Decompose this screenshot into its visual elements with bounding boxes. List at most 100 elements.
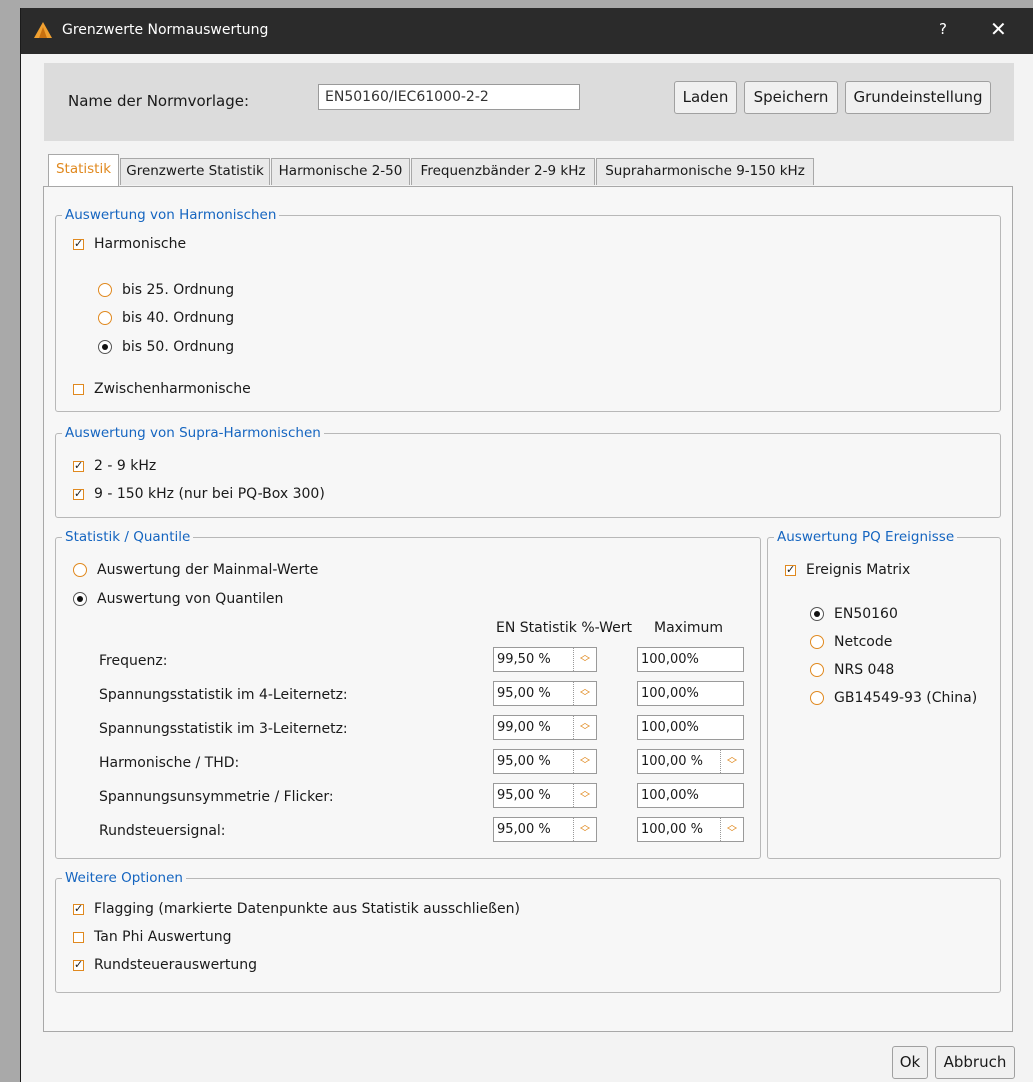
en-value-spinbox[interactable]: 95,00 % ︿ ﹀ — [493, 817, 597, 842]
row-label: Spannungsstatistik im 3-Leiternetz: — [99, 721, 348, 737]
order-40-radio-row[interactable]: bis 40. Ordnung — [98, 308, 234, 328]
ok-button[interactable]: Ok — [892, 1046, 928, 1079]
en-value-spinbox[interactable]: 95,00 % ︿ ﹀ — [493, 681, 597, 706]
tab-statistik[interactable]: Statistik — [48, 154, 119, 186]
event-matrix-row[interactable]: Ereignis Matrix — [785, 560, 910, 580]
ripple-control-checkbox[interactable] — [73, 958, 84, 971]
supra-harmonics-legend: Auswertung von Supra-Harmonischen — [62, 424, 324, 442]
column-header-max: Maximum — [654, 620, 723, 636]
event-gb14549-radio[interactable] — [810, 691, 824, 705]
close-button[interactable]: ✕ — [990, 17, 1007, 41]
max-value-input[interactable]: 100,00% — [637, 647, 744, 672]
spin-arrows-icon[interactable]: ︿ ﹀ — [573, 784, 596, 807]
row-label: Rundsteuersignal: — [99, 823, 226, 839]
tab-frequenzbaender[interactable]: Frequenzbänder 2-9 kHz — [411, 158, 595, 185]
max-value-input[interactable]: 100,00% — [637, 715, 744, 740]
title-bar: Grenzwerte Normauswertung ? ✕ — [21, 8, 1033, 54]
more-options-group: Weitere Optionen Flagging (markierte Dat… — [55, 869, 1001, 993]
spin-arrows-icon[interactable]: ︿ ﹀ — [720, 818, 743, 841]
tab-supraharmonische[interactable]: Supraharmonische 9-150 kHz — [596, 158, 814, 185]
flagging-label: Flagging (markierte Datenpunkte aus Stat… — [94, 901, 520, 917]
supra-9-150-row[interactable]: 9 - 150 kHz (nur bei PQ-Box 300) — [73, 484, 325, 504]
template-header: Name der Normvorlage: EN50160/IEC61000-2… — [44, 63, 1014, 141]
harmonics-checkbox[interactable] — [73, 237, 84, 250]
spin-arrows-icon[interactable]: ︿ ﹀ — [573, 648, 596, 671]
statistics-legend: Statistik / Quantile — [62, 528, 194, 546]
en-value-spinbox[interactable]: 99,00 % ︿ ﹀ — [493, 715, 597, 740]
supra-2-9-row[interactable]: 2 - 9 kHz — [73, 456, 156, 476]
interharmonics-checkbox[interactable] — [73, 383, 84, 395]
supra-2-9-label: 2 - 9 kHz — [94, 458, 157, 474]
event-matrix-checkbox[interactable] — [785, 563, 796, 576]
template-name-label: Name der Normvorlage: — [68, 92, 250, 110]
event-en50160-row[interactable]: EN50160 — [810, 604, 898, 624]
tanphi-row[interactable]: Tan Phi Auswertung — [73, 927, 231, 947]
spin-arrows-icon[interactable]: ︿ ﹀ — [573, 818, 596, 841]
en-value-spinbox[interactable]: 99,50 % ︿ ﹀ — [493, 647, 597, 672]
order-40-radio[interactable] — [98, 311, 112, 325]
supra-harmonics-group: Auswertung von Supra-Harmonischen 2 - 9 … — [55, 424, 1001, 518]
tanphi-label: Tan Phi Auswertung — [94, 929, 232, 945]
order-50-label: bis 50. Ordnung — [122, 339, 235, 355]
harmonics-label: Harmonische — [94, 236, 187, 252]
tanphi-checkbox[interactable] — [73, 931, 84, 943]
order-50-radio[interactable] — [98, 340, 112, 354]
pq-events-legend: Auswertung PQ Ereignisse — [774, 528, 958, 546]
order-50-radio-row[interactable]: bis 50. Ordnung — [98, 337, 234, 357]
cancel-button[interactable]: Abbruch — [935, 1046, 1015, 1079]
spin-arrows-icon[interactable]: ︿ ﹀ — [720, 750, 743, 773]
template-name-input[interactable]: EN50160/IEC61000-2-2 — [318, 84, 580, 110]
mode-quantile-radio[interactable] — [73, 592, 87, 606]
max-value-spinbox[interactable]: 100,00 % ︿ ﹀ — [637, 749, 744, 774]
mode-max-radio[interactable] — [73, 563, 87, 577]
event-netcode-row[interactable]: Netcode — [810, 632, 892, 652]
max-value-spinbox[interactable]: 100,00 % ︿ ﹀ — [637, 817, 744, 842]
event-nrs048-row[interactable]: NRS 048 — [810, 660, 894, 680]
order-25-label: bis 25. Ordnung — [122, 282, 235, 298]
flagging-checkbox[interactable] — [73, 902, 84, 915]
interharmonics-checkbox-row[interactable]: Zwischenharmonische — [73, 379, 251, 399]
spin-arrows-icon[interactable]: ︿ ﹀ — [573, 750, 596, 773]
harmonics-checkbox-row[interactable]: Harmonische — [73, 234, 186, 254]
tab-harmonische[interactable]: Harmonische 2-50 — [271, 158, 410, 185]
mode-quantile-label: Auswertung von Quantilen — [97, 591, 284, 607]
mode-max-radio-row[interactable]: Auswertung der Mainmal-Werte — [73, 560, 318, 580]
event-netcode-radio[interactable] — [810, 635, 824, 649]
event-gb14549-label: GB14549-93 (China) — [834, 690, 978, 706]
ripple-control-label: Rundsteuerauswertung — [94, 957, 258, 973]
max-value-input[interactable]: 100,00% — [637, 681, 744, 706]
dialog-window: Grenzwerte Normauswertung ? ✕ Name der N… — [20, 8, 1033, 1082]
row-label: Spannungsunsymmetrie / Flicker: — [99, 789, 334, 805]
flagging-row[interactable]: Flagging (markierte Datenpunkte aus Stat… — [73, 899, 520, 919]
save-button[interactable]: Speichern — [744, 81, 838, 114]
event-nrs048-radio[interactable] — [810, 663, 824, 677]
mode-max-label: Auswertung der Mainmal-Werte — [97, 562, 319, 578]
en-value-spinbox[interactable]: 95,00 % ︿ ﹀ — [493, 749, 597, 774]
spin-arrows-icon[interactable]: ︿ ﹀ — [573, 716, 596, 739]
ripple-control-row[interactable]: Rundsteuerauswertung — [73, 955, 257, 975]
default-settings-button[interactable]: Grundeinstellung — [845, 81, 991, 114]
supra-2-9-checkbox[interactable] — [73, 459, 84, 472]
row-label: Harmonische / THD: — [99, 755, 240, 771]
event-nrs048-label: NRS 048 — [834, 662, 895, 678]
row-label: Frequenz: — [99, 653, 168, 669]
tab-grenzwerte-statistik[interactable]: Grenzwerte Statistik — [120, 158, 270, 185]
load-button[interactable]: Laden — [674, 81, 737, 114]
help-button[interactable]: ? — [939, 20, 947, 38]
mode-quantile-radio-row[interactable]: Auswertung von Quantilen — [73, 589, 283, 609]
more-options-legend: Weitere Optionen — [62, 869, 186, 887]
supra-9-150-checkbox[interactable] — [73, 487, 84, 500]
max-value-input[interactable]: 100,00% — [637, 783, 744, 808]
statistics-group: Statistik / Quantile Auswertung der Main… — [55, 528, 761, 859]
interharmonics-label: Zwischenharmonische — [94, 381, 251, 397]
event-gb14549-row[interactable]: GB14549-93 (China) — [810, 688, 977, 708]
harmonics-legend: Auswertung von Harmonischen — [62, 206, 280, 224]
supra-9-150-label: 9 - 150 kHz (nur bei PQ-Box 300) — [94, 486, 325, 502]
event-en50160-radio[interactable] — [810, 607, 824, 621]
order-25-radio[interactable] — [98, 283, 112, 297]
spin-arrows-icon[interactable]: ︿ ﹀ — [573, 682, 596, 705]
pq-events-group: Auswertung PQ Ereignisse Ereignis Matrix… — [767, 528, 1001, 859]
statistik-panel: Auswertung von Harmonischen Harmonische … — [43, 186, 1013, 1032]
en-value-spinbox[interactable]: 95,00 % ︿ ﹀ — [493, 783, 597, 808]
order-25-radio-row[interactable]: bis 25. Ordnung — [98, 280, 234, 300]
